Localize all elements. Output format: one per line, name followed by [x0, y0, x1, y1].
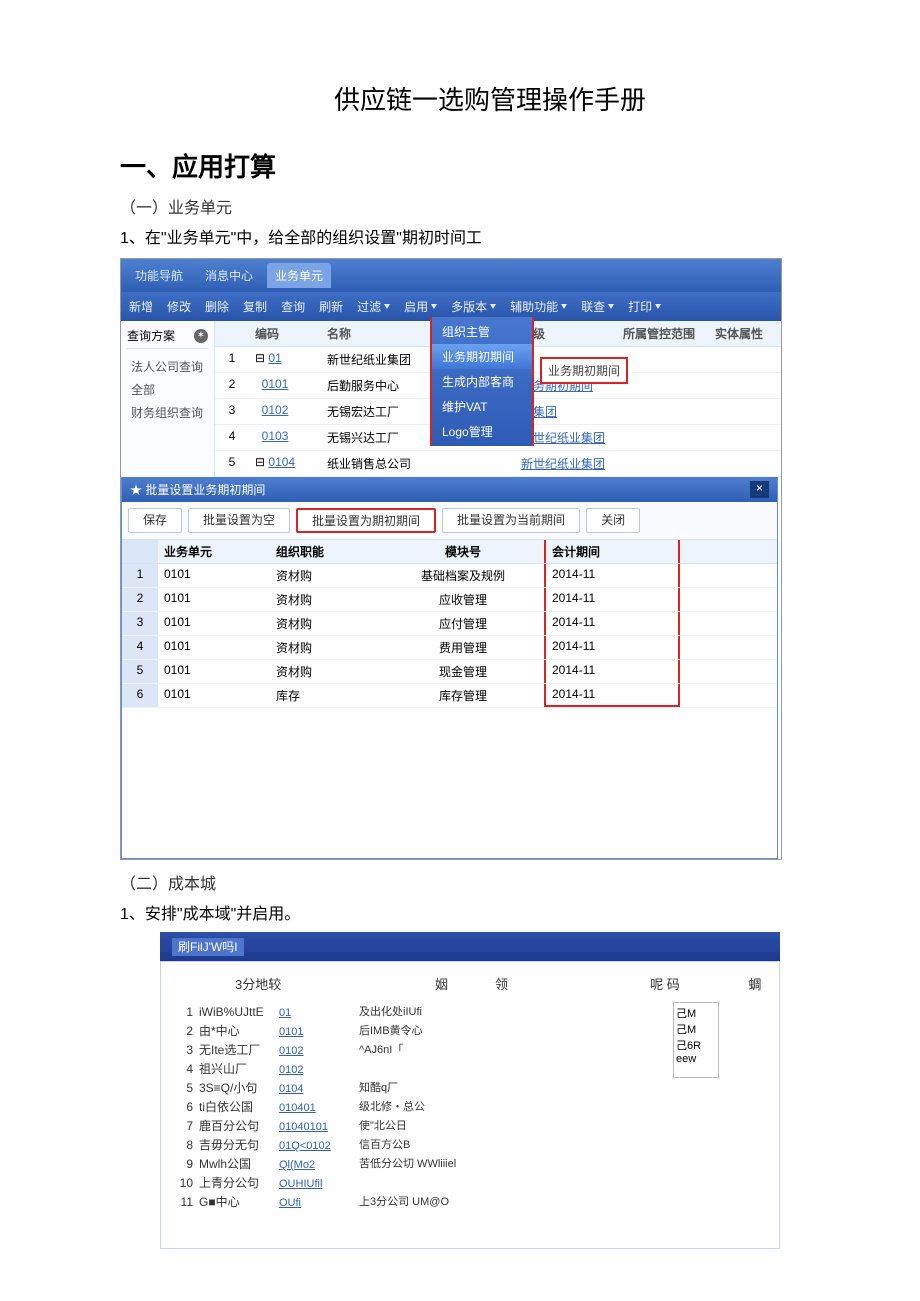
data-grid: 编码 名称 简称 上级 所属管控范围 实体属性 1⊟ 01新世纪纸业集团 2 0…	[215, 321, 781, 477]
delete-button[interactable]: 删除	[205, 298, 229, 315]
list-item[interactable]: 8吉毋分无句01Q<0102信百方公B	[161, 1136, 779, 1155]
tab-msg[interactable]: 消息中心	[197, 263, 261, 288]
multiver-button[interactable]: 多版本	[451, 298, 496, 315]
dialog-table: 业务单元 组织职能 模块号 会计期间 10101资材购基础档案及规例2014-1…	[122, 540, 777, 708]
set-empty-button[interactable]: 批量设置为空	[188, 508, 290, 533]
col-biz-unit: 业务单元	[158, 540, 270, 563]
enable-button[interactable]: 启用	[404, 298, 437, 315]
dialog-close-button[interactable]: ×	[750, 481, 769, 498]
col-code: 编码	[249, 321, 321, 346]
col-scope: 所属管控范围	[617, 321, 709, 346]
document-title: 供应链一选购管理操作手册	[120, 80, 860, 117]
refresh-button[interactable]: 刷新	[319, 298, 343, 315]
table-row[interactable]: 10101资材购基础档案及规例2014-11	[122, 564, 777, 588]
cost-toolbar: 刷FilJ'W吗I	[160, 932, 780, 961]
aux-button[interactable]: 辅助功能	[510, 298, 567, 315]
tab-biz-unit[interactable]: 业务单元	[267, 263, 331, 288]
dropdown-item-vat[interactable]: 维护VAT	[432, 394, 532, 419]
table-row[interactable]: 40101资材购费用管理2014-11	[122, 636, 777, 660]
aux-dropdown: 组织主管 业务期初期间 生成内部客商 维护VAT Logo管理	[430, 317, 534, 446]
table-row[interactable]: 30101资材购应付管理2014-11	[122, 612, 777, 636]
table-row[interactable]: 50101资材购现金管理2014-11	[122, 660, 777, 684]
print-button[interactable]: 打印	[628, 298, 661, 315]
window-tabs: 功能导航 消息中心 业务单元	[121, 259, 781, 292]
save-button[interactable]: 保存	[128, 508, 182, 533]
list-item[interactable]: 10上青分公句OUHIUfil	[161, 1174, 779, 1193]
heading-1: 一、应用打算	[120, 147, 860, 184]
batch-period-dialog: ★ 批量设置业务期初期间 × 保存 批量设置为空 批量设置为期初期间 批量设置为…	[121, 476, 778, 859]
finance-org-query[interactable]: 财务组织查询	[127, 401, 208, 424]
section-2-title: （二）成本城	[120, 870, 860, 894]
grid-row[interactable]: 5⊟ 0104纸业销售总公司新世纪纸业集团	[215, 451, 781, 477]
query-button[interactable]: 查询	[281, 298, 305, 315]
dropdown-item-gen-internal[interactable]: 生成内部客商	[432, 369, 532, 394]
caret-down-icon	[431, 304, 437, 309]
status-badge: 己M 己M 己6R eew	[673, 1002, 719, 1078]
caret-down-icon	[655, 304, 661, 309]
screenshot-cost-domain: 刷FilJ'W吗I 3分地较 姻 领 呢 码 蜩 1iWiB%UJttE01及出…	[160, 932, 780, 1249]
caret-down-icon	[561, 304, 567, 309]
cost-grid: 3分地较 姻 领 呢 码 蜩 1iWiB%UJttE01及出化处iIUfi 2由…	[160, 961, 780, 1249]
expand-icon[interactable]: ✶	[194, 329, 208, 343]
legal-company-query[interactable]: 法人公司查询	[127, 355, 208, 378]
cost-grid-header: 3分地较 姻 领 呢 码 蜩	[161, 968, 779, 1003]
list-item[interactable]: 7鹿百分公句01040101使"北公日	[161, 1117, 779, 1136]
table-row[interactable]: 20101资材购应收管理2014-11	[122, 588, 777, 612]
edit-button[interactable]: 修改	[167, 298, 191, 315]
new-button[interactable]: 新增	[129, 298, 153, 315]
list-item[interactable]: 6ti白依公国010401级北修・总公	[161, 1098, 779, 1117]
query-scheme-label: 查询方案	[127, 327, 175, 344]
list-item[interactable]: 9Mwlh公国Ql(Mo2苦低分公切 WWliiiel	[161, 1155, 779, 1174]
col-name: 名称	[321, 321, 443, 346]
query-panel: 查询方案 ✶ 法人公司查询 全部 财务组织查询	[121, 321, 215, 477]
col-account-period: 会计期间	[544, 540, 680, 563]
toolbar-label[interactable]: 刷FilJ'W吗I	[172, 938, 244, 956]
list-item[interactable]: 53S≡Q/小句0104知酷q厂	[161, 1079, 779, 1098]
col-org-role: 组织职能	[270, 540, 382, 563]
col-attr: 实体属性	[709, 321, 781, 346]
table-row[interactable]: 60101库存库存管理2014-11	[122, 684, 777, 708]
dropdown-item-period[interactable]: 业务期初期间	[432, 344, 532, 369]
list-item[interactable]: 11G■中心OUfi上3分公司 UM@O	[161, 1193, 779, 1212]
set-init-period-button[interactable]: 批量设置为期初期间	[296, 508, 436, 533]
dropdown-item-logo[interactable]: Logo管理	[432, 419, 532, 444]
dialog-title: ★ 批量设置业务期初期间	[130, 481, 265, 498]
caret-down-icon	[608, 304, 614, 309]
copy-button[interactable]: 复制	[243, 298, 267, 315]
caret-down-icon	[490, 304, 496, 309]
screenshot-business-unit: 功能导航 消息中心 业务单元 新增 修改 删除 复制 查询 刷新 过滤 启用 多…	[120, 258, 782, 860]
all-query[interactable]: 全部	[127, 378, 208, 401]
paragraph-1: 1、在"业务单元"中，给全部的组织设置"期初时间工	[120, 224, 860, 248]
period-highlight-button[interactable]: 业务期初期间	[540, 357, 628, 384]
section-1-title: （一）业务单元	[120, 194, 860, 218]
joint-button[interactable]: 联查	[581, 298, 614, 315]
dropdown-item-supervisor[interactable]: 组织主管	[432, 319, 532, 344]
set-current-period-button[interactable]: 批量设置为当前期间	[442, 508, 580, 533]
filter-button[interactable]: 过滤	[357, 298, 390, 315]
caret-down-icon	[384, 304, 390, 309]
col-module: 模块号	[382, 540, 544, 563]
close-button[interactable]: 关闭	[586, 508, 640, 533]
tab-nav[interactable]: 功能导航	[127, 263, 191, 288]
paragraph-2: 1、安排"成本域"并启用。	[120, 900, 860, 924]
